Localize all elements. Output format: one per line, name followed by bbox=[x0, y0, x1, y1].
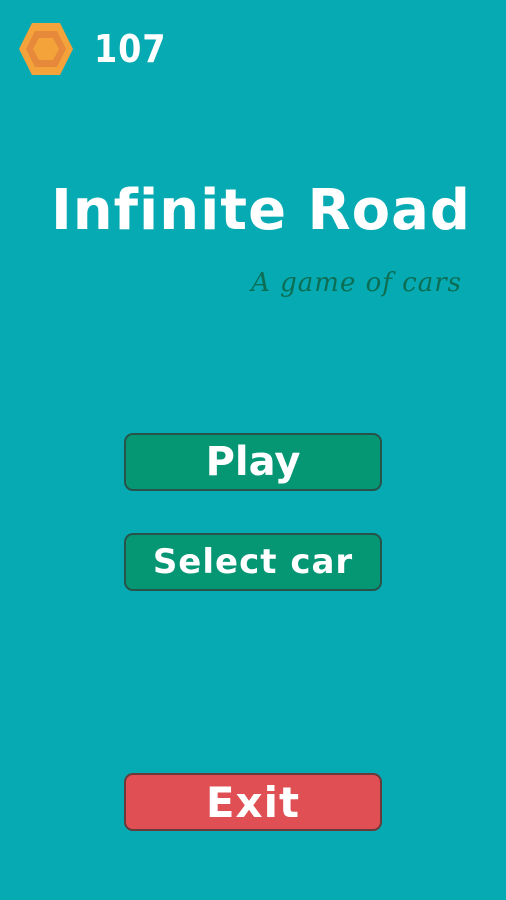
main-menu-screen: 107 Infinite Road A game of cars Play Se… bbox=[0, 0, 506, 900]
game-title: Infinite Road bbox=[50, 178, 472, 243]
play-button[interactable]: Play bbox=[124, 433, 382, 491]
game-subtitle: A game of cars bbox=[251, 268, 462, 298]
coin-count: 107 bbox=[94, 27, 167, 71]
coin-counter: 107 bbox=[18, 22, 176, 76]
select-car-button[interactable]: Select car bbox=[124, 533, 382, 591]
hexagon-coin-icon bbox=[19, 23, 73, 75]
exit-button[interactable]: Exit bbox=[124, 773, 382, 831]
